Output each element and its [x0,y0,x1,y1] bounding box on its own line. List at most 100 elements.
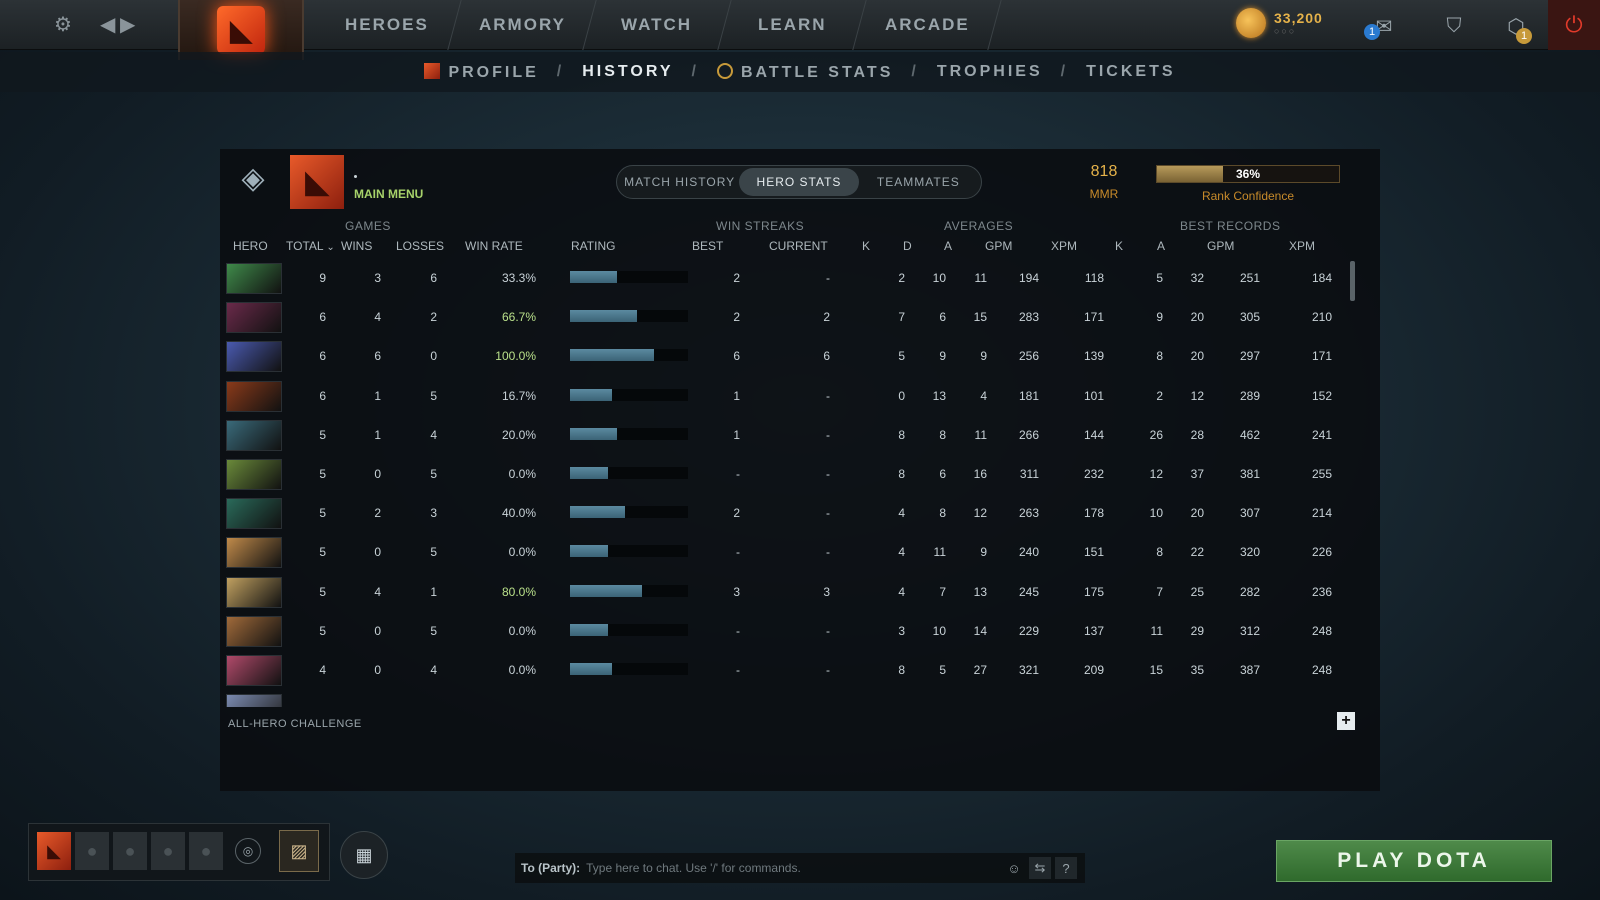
hero-portrait[interactable] [226,380,282,412]
hero-portrait[interactable] [226,419,282,451]
cell-d: 11 [933,545,946,560]
table-row[interactable]: 5 2 3 40.0% 2 - 4 8 12 263 178 10 20 307 214 [220,494,1355,533]
table-row[interactable] [220,690,1355,707]
table-row[interactable]: 5 1 4 20.0% 1 - 8 8 11 266 144 26 28 462 241 [220,416,1355,455]
cell-bgpm: 289 [1239,388,1260,403]
help-icon[interactable]: ? [1055,857,1077,879]
chat-channel-icon[interactable]: ⇆ [1029,857,1051,879]
cell-bgpm: 381 [1239,467,1260,481]
table-row[interactable]: 6 4 2 66.7% 2 2 7 6 15 283 171 9 20 305 210 [220,298,1355,337]
cell-current: - [826,467,830,481]
col-best-a[interactable]: A [1157,239,1165,253]
col-losses[interactable]: LOSSES [396,239,444,253]
chat-input[interactable] [586,861,1007,875]
col-avg-d[interactable]: D [903,239,912,253]
mmr-value: 818 [1090,163,1118,180]
col-hero[interactable]: HERO [233,239,268,253]
col-best-streak[interactable]: BEST [692,239,723,253]
table-row[interactable]: 4 0 4 0.0% - - 8 5 27 321 209 15 35 387 248 [220,651,1355,690]
coach-icon[interactable]: ▨ [279,830,319,872]
nav-learn[interactable]: LEARN [718,0,867,50]
avatar[interactable]: ◣ [290,155,344,209]
table-row[interactable]: 9 3 6 33.3% 2 - 2 10 11 194 118 5 32 251 184 [220,259,1355,298]
subnav-history[interactable]: HISTORY [582,63,673,81]
hero-portrait[interactable] [226,694,282,707]
voice-headset-icon[interactable]: ◎ [235,838,261,864]
nav-arcade[interactable]: ARCADE [853,0,1002,50]
table-row[interactable]: 6 6 0 100.0% 6 6 5 9 9 256 139 8 20 297 171 [220,337,1355,376]
col-avg-gpm[interactable]: GPM [985,239,1012,253]
table-row[interactable]: 5 0 5 0.0% - - 3 10 14 229 137 11 29 312 248 [220,612,1355,651]
col-avg-k[interactable]: K [862,239,870,253]
cell-best: - [736,663,740,677]
rating-bar [570,349,688,362]
nav-armory[interactable]: ARMORY [448,0,597,50]
rating-bar-fill [570,467,608,479]
subnav-tickets[interactable]: TICKETS [1086,63,1175,81]
rank-confidence: 36% Rank Confidence [1156,165,1340,203]
mail-icon[interactable]: ✉ 1 [1364,10,1400,42]
settings-gear-icon[interactable]: ⚙ [54,12,72,37]
table-row[interactable]: 5 4 1 80.0% 3 3 4 7 13 245 175 7 25 282 236 [220,573,1355,612]
party-slot-empty[interactable]: ● [113,832,147,870]
back-arrow-icon[interactable]: ◀ [100,12,115,37]
party-slot-empty[interactable]: ● [189,832,223,870]
chat-target[interactable]: To (Party): [521,861,580,875]
hero-portrait[interactable] [226,615,282,647]
cell-bxpm: 171 [1311,349,1332,364]
cell-k: 8 [898,663,905,677]
col-total[interactable]: TOTAL [286,239,335,253]
armory-shield-icon[interactable]: ⛉ [1438,10,1470,42]
home-logo-button[interactable]: ◣ [178,0,304,60]
col-wins[interactable]: WINS [341,239,372,253]
battle-level-icon[interactable]: ⬡ 1 [1500,10,1532,44]
tab-match-history[interactable]: MATCH HISTORY [620,168,739,196]
table-scrollbar[interactable] [1350,261,1355,301]
hero-portrait[interactable] [226,576,282,608]
hero-portrait[interactable] [226,655,282,686]
shards-display[interactable]: 33,200 ○○○ [1236,8,1323,38]
cell-losses: 4 [430,427,437,442]
table-row[interactable]: 5 0 5 0.0% - - 8 6 16 311 232 12 37 381 255 [220,455,1355,494]
col-best-gpm[interactable]: GPM [1207,239,1234,253]
forward-arrow-icon[interactable]: ▶ [120,12,135,37]
hero-portrait[interactable] [226,459,282,490]
friends-group-icon[interactable]: ▦ [340,831,388,879]
power-exit-icon[interactable]: ⏻ [1548,0,1600,50]
nav-heroes[interactable]: HEROES [313,0,462,50]
cell-total: 5 [319,467,326,481]
hero-portrait[interactable] [226,341,282,373]
col-best-xpm[interactable]: XPM [1289,239,1315,253]
hero-portrait[interactable] [226,302,282,334]
table-row[interactable]: 6 1 5 16.7% 1 - 0 13 4 181 101 2 12 289 152 [220,377,1355,416]
col-avg-xpm[interactable]: XPM [1051,239,1077,253]
subnav-battle-stats[interactable]: BATTLE STATS [716,62,893,82]
cell-wins: 0 [374,663,381,677]
all-hero-challenge-label[interactable]: ALL-HERO CHALLENGE [228,718,362,730]
party-slot-empty[interactable]: ● [151,832,185,870]
cell-a: 12 [973,506,987,521]
expand-plus-button[interactable]: + [1337,712,1355,730]
group-games: GAMES [345,219,391,233]
play-dota-button[interactable]: PLAY DOTA [1276,840,1552,882]
mmr-display: 818 MMR [1074,163,1134,201]
hero-portrait[interactable] [226,498,282,530]
tab-teammates[interactable]: TEAMMATES [859,168,978,196]
col-rating[interactable]: RATING [571,239,615,253]
party-slot-self[interactable]: ◣ [37,832,71,870]
col-current-streak[interactable]: CURRENT [769,239,828,253]
table-row[interactable]: 5 0 5 0.0% - - 4 11 9 240 151 8 22 320 226 [220,533,1355,572]
party-slot-empty[interactable]: ● [75,832,109,870]
cell-current: - [826,623,830,638]
emoticon-icon[interactable]: ☺ [1003,857,1025,879]
subnav-profile[interactable]: PROFILE [424,62,538,82]
col-avg-a[interactable]: A [944,239,952,253]
nav-watch[interactable]: WATCH [583,0,732,50]
hero-portrait[interactable] [226,537,282,569]
hero-portrait[interactable] [226,263,282,294]
col-best-k[interactable]: K [1115,239,1123,253]
tab-hero-stats[interactable]: HERO STATS [739,168,859,196]
main-menu-link[interactable]: MAIN MENU [354,187,423,201]
subnav-trophies[interactable]: TROPHIES [937,63,1043,81]
col-win-rate[interactable]: WIN RATE [465,239,523,253]
